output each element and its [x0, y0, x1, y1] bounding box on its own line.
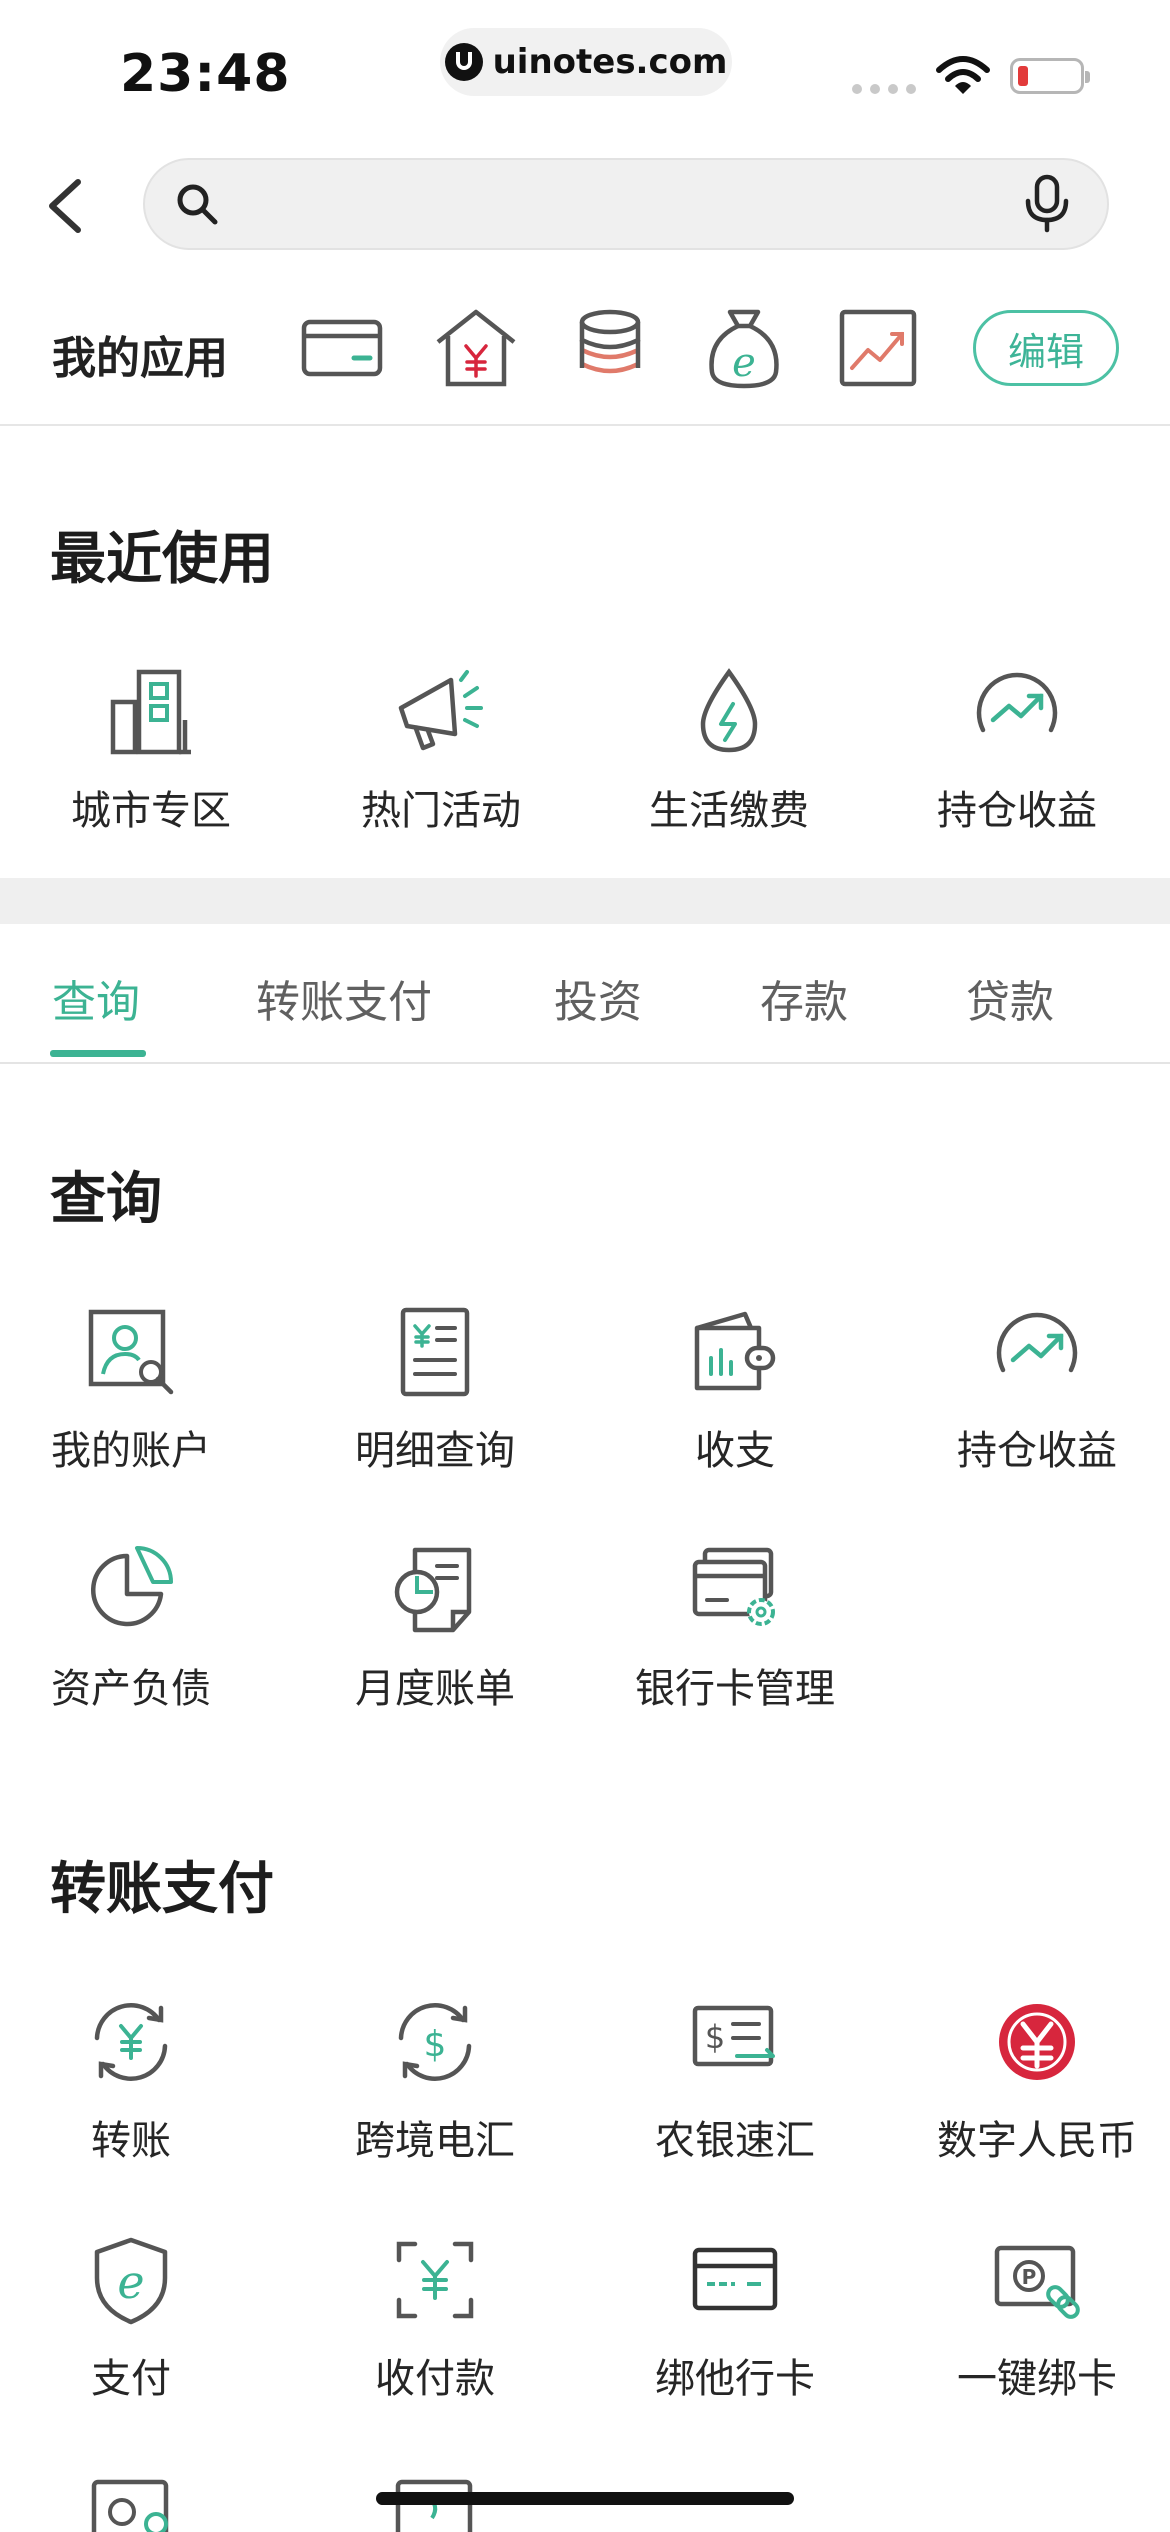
- svg-text:e: e: [732, 340, 756, 386]
- category-tabs: 查询 转账支付 投资 存款 贷款: [0, 924, 1170, 1064]
- query-item-income-expense[interactable]: 收支: [590, 1304, 880, 1476]
- site-logo-icon: [444, 43, 483, 81]
- query-item-my-account[interactable]: 我的账户: [0, 1304, 276, 1476]
- search-input[interactable]: [235, 160, 939, 250]
- microphone-icon[interactable]: [1021, 174, 1073, 234]
- search-icon: [177, 184, 218, 225]
- battery-icon: [1010, 58, 1090, 94]
- transfer-item-label: 收付款: [375, 2356, 495, 2402]
- card-icon[interactable]: [300, 306, 384, 390]
- e-money-bag-icon[interactable]: e: [702, 306, 786, 390]
- back-arrow-icon[interactable]: [40, 176, 90, 236]
- chart-trend-icon[interactable]: [836, 306, 920, 390]
- e-pay-shield-icon: e: [94, 2237, 168, 2325]
- pie-chart-icon: [91, 1546, 173, 1627]
- monthly-bill-icon: [394, 1547, 472, 1633]
- transfer-item-transfer[interactable]: 转账: [0, 1994, 276, 2166]
- svg-text:e: e: [117, 2255, 144, 2309]
- transfer-item-pay[interactable]: e 支付: [0, 2232, 276, 2404]
- recent-item-label: 生活缴费: [649, 788, 809, 834]
- transfer-item-bind-other-card[interactable]: 绑他行卡: [590, 2232, 880, 2404]
- recent-item-label: 持仓收益: [937, 788, 1097, 834]
- query-item-label: 持仓收益: [957, 1428, 1117, 1474]
- city-buildings-icon: [110, 669, 191, 755]
- query-section-title: 查询: [50, 1167, 162, 1232]
- status-time: 23:48: [120, 44, 291, 104]
- edit-apps-button[interactable]: 编辑: [973, 310, 1119, 386]
- transfer-item-label: 支付: [91, 2356, 171, 2402]
- holdings-trend-icon: [996, 1312, 1078, 1373]
- recent-item-city-zone[interactable]: 城市专区: [6, 664, 296, 836]
- transfer-item-label: 一键绑卡: [957, 2356, 1117, 2402]
- transfer-item-label: 绑他行卡: [655, 2356, 815, 2402]
- svg-text:$: $: [705, 2018, 725, 2056]
- url-pill[interactable]: uinotes.com: [440, 28, 732, 96]
- divider: [0, 1062, 1170, 1064]
- my-apps-label: 我的应用: [52, 333, 228, 384]
- cellular-signal-icon: [852, 84, 916, 94]
- svg-text:$: $: [424, 2024, 447, 2065]
- transfer-item-digital-rmb[interactable]: 数字人民币: [892, 1994, 1170, 2166]
- query-item-card-management[interactable]: 银行卡管理: [590, 1542, 880, 1714]
- transfer-item-one-click-bind[interactable]: P 一键绑卡: [892, 2232, 1170, 2404]
- tab-transfer-payment[interactable]: 转账支付: [256, 966, 432, 1030]
- wifi-icon: [936, 56, 990, 94]
- recent-item-hot-events[interactable]: 热门活动: [296, 664, 586, 836]
- transfer-item-label: 跨境电汇: [355, 2118, 515, 2164]
- tab-query[interactable]: 查询: [52, 966, 140, 1030]
- scan-yuan-icon: [396, 2241, 474, 2319]
- digital-rmb-icon: [999, 2004, 1075, 2080]
- query-item-label: 月度账单: [355, 1666, 515, 1712]
- query-item-assets-liabilities[interactable]: 资产负债: [0, 1542, 276, 1714]
- tab-investment[interactable]: 投资: [554, 966, 642, 1030]
- transfer-item-label: 农银速汇: [655, 2118, 815, 2164]
- tab-loan[interactable]: 贷款: [966, 966, 1054, 1030]
- recent-item-life-payment[interactable]: 生活缴费: [584, 664, 874, 836]
- query-item-monthly-bill[interactable]: 月度账单: [290, 1542, 580, 1714]
- query-item-label: 收支: [695, 1428, 775, 1474]
- dollar-exchange-icon: $: [398, 2003, 472, 2081]
- recent-item-label: 城市专区: [71, 788, 231, 834]
- yuan-exchange-icon: [94, 2003, 168, 2081]
- tab-deposit[interactable]: 存款: [760, 966, 848, 1030]
- transfer-item-cross-border[interactable]: $ 跨境电汇: [290, 1994, 580, 2166]
- holdings-trend-icon: [976, 672, 1058, 733]
- transfer-item-collect-pay[interactable]: 收付款: [290, 2232, 580, 2404]
- one-click-bind-icon: P: [994, 2245, 1080, 2319]
- megaphone-icon: [398, 670, 483, 751]
- query-item-statement[interactable]: 明细查询: [290, 1304, 580, 1476]
- query-item-holdings[interactable]: 持仓收益: [892, 1304, 1170, 1476]
- url-text: uinotes.com: [492, 42, 728, 82]
- transfer-item-label: 转账: [91, 2118, 171, 2164]
- transfer-section-title: 转账支付: [50, 1857, 274, 1922]
- recent-section-title: 最近使用: [50, 527, 274, 592]
- account-search-icon: [88, 1309, 174, 1395]
- coin-stack-icon[interactable]: [568, 306, 652, 390]
- wallet-chart-icon: [694, 1311, 776, 1391]
- recent-item-holdings[interactable]: 持仓收益: [872, 664, 1162, 836]
- query-item-label: 银行卡管理: [635, 1666, 835, 1712]
- fast-remit-icon: $: [692, 2005, 775, 2067]
- svg-text:P: P: [1022, 2265, 1037, 2289]
- recent-item-label: 热门活动: [361, 788, 521, 834]
- bind-card-icon: [692, 2247, 778, 2311]
- water-drop-bolt-icon: [700, 668, 758, 753]
- partial-pay-icon: [91, 2479, 169, 2532]
- transfer-item-label: 数字人民币: [937, 2118, 1137, 2164]
- query-item-label: 我的账户: [51, 1428, 211, 1474]
- transfer-item-abc-remit[interactable]: $ 农银速汇: [590, 1994, 880, 2166]
- query-item-label: 资产负债: [51, 1666, 211, 1712]
- divider: [0, 424, 1170, 426]
- card-settings-icon: [692, 1547, 775, 1626]
- home-indicator[interactable]: [376, 2492, 794, 2505]
- statement-icon: [400, 1307, 470, 1397]
- search-bar[interactable]: [143, 158, 1109, 250]
- active-tab-indicator: [50, 1050, 146, 1057]
- status-bar: 23:48 uinotes.com: [0, 0, 1170, 140]
- house-yuan-icon[interactable]: [434, 306, 518, 390]
- query-item-label: 明细查询: [355, 1428, 515, 1474]
- section-separator: [0, 878, 1170, 924]
